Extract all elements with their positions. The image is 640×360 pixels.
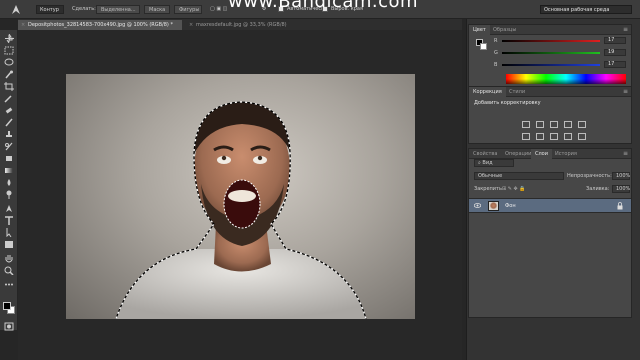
layer-row-background[interactable]: Фон [469, 198, 631, 213]
exposure-icon[interactable] [564, 121, 572, 128]
photo-image[interactable] [66, 74, 415, 319]
make-label: Сделать: [72, 6, 96, 12]
layer-kind-filter[interactable]: ⌕ Вид [474, 159, 514, 167]
make-shape-button[interactable]: Фигуры [174, 5, 202, 14]
layer-name: Фон [505, 203, 516, 209]
close-tab-icon[interactable]: × [189, 20, 193, 30]
history-brush-tool-icon[interactable] [4, 142, 14, 151]
blur-tool-icon[interactable] [4, 178, 14, 187]
red-slider[interactable] [502, 40, 600, 42]
green-slider[interactable] [502, 52, 600, 54]
pen-tool-icon[interactable] [10, 4, 22, 15]
tab-label: Depositphotos_32814583-700x490.jpg @ 100… [28, 22, 173, 28]
lasso-tool-icon[interactable] [4, 58, 14, 67]
healing-brush-tool-icon[interactable] [4, 106, 14, 115]
panel-menu-icon[interactable]: ≡ [623, 150, 628, 157]
levels-icon[interactable] [536, 121, 544, 128]
lock-icons[interactable]: ⊞ ✎ ✥ 🔒 [502, 186, 526, 192]
panel-menu-icon[interactable]: ≡ [623, 88, 628, 95]
foreground-color-swatch[interactable] [3, 302, 11, 310]
move-tool-icon[interactable] [4, 34, 14, 43]
opacity-input[interactable]: 100% [612, 172, 630, 180]
add-adjustment-title: Добавить корректировку [474, 100, 541, 106]
tab-document-1[interactable]: × Depositphotos_32814583-700x490.jpg @ 1… [18, 20, 182, 30]
color-spectrum-bar[interactable] [506, 74, 626, 84]
blue-value-input[interactable]: 17 [604, 61, 626, 68]
blend-mode-dropdown[interactable]: Обычные [474, 172, 564, 180]
red-value-input[interactable]: 17 [604, 37, 626, 44]
tab-document-2[interactable]: × maxresdefault.jpg @ 33,3% (RGB/8) [186, 20, 310, 30]
black-white-icon[interactable] [550, 133, 558, 140]
hand-tool-icon[interactable] [4, 254, 14, 263]
rectangle-tool-icon[interactable] [4, 240, 14, 249]
blue-channel-label: B [494, 62, 498, 68]
opacity-label: Непрозрачность: [567, 173, 612, 179]
vibrance-icon[interactable] [578, 121, 586, 128]
marquee-tool-icon[interactable] [4, 46, 14, 55]
close-tab-icon[interactable]: × [21, 20, 25, 30]
color-panel-background-swatch[interactable] [480, 43, 487, 50]
eyedropper-tool-icon[interactable] [4, 94, 14, 103]
eraser-tool-icon[interactable] [4, 154, 14, 163]
quick-select-tool-icon[interactable] [4, 70, 14, 79]
panel-menu-icon[interactable]: ≡ [623, 26, 628, 33]
lock-icon [617, 202, 623, 210]
workspace-dropdown[interactable]: Основная рабочая среда [540, 5, 632, 14]
color-balance-icon[interactable] [536, 133, 544, 140]
path-ops-icons[interactable]: ▢ ▣ ◫ [210, 6, 227, 12]
quick-mask-icon[interactable] [4, 322, 14, 331]
tab-swatches[interactable]: Образцы [489, 25, 520, 35]
green-value-input[interactable]: 19 [604, 49, 626, 56]
blue-slider[interactable] [502, 64, 600, 66]
pen-tool-icon[interactable] [4, 204, 14, 213]
tools-panel [0, 30, 18, 331]
tab-history[interactable]: История [551, 149, 581, 159]
more-tools-icon[interactable] [4, 280, 14, 289]
fill-label: Заливка: [586, 186, 610, 192]
brush-tool-icon[interactable] [4, 118, 14, 127]
document-tabs: × Depositphotos_32814583-700x490.jpg @ 1… [18, 19, 462, 30]
kind-filter-label: Вид [482, 160, 493, 166]
layer-thumbnail [488, 201, 499, 211]
zoom-tool-icon[interactable] [4, 266, 14, 275]
crop-tool-icon[interactable] [4, 82, 14, 91]
tab-color[interactable]: Цвет [469, 25, 490, 35]
eye-icon[interactable] [473, 203, 482, 208]
clone-stamp-tool-icon[interactable] [4, 130, 14, 139]
pen-mode-dropdown[interactable]: Контур [36, 5, 64, 14]
red-channel-label: R [494, 38, 498, 44]
gradient-tool-icon[interactable] [4, 166, 14, 175]
photo-filter-icon[interactable] [564, 133, 572, 140]
make-selection-button[interactable]: Выделенна... [96, 5, 140, 14]
green-channel-label: G [494, 50, 498, 56]
make-mask-button[interactable]: Маска [144, 5, 170, 14]
brightness-contrast-icon[interactable] [522, 121, 530, 128]
hue-saturation-icon[interactable] [522, 133, 530, 140]
tab-properties[interactable]: Свойства [469, 149, 501, 159]
screaming-man-photo [115, 101, 367, 319]
tab-label: maxresdefault.jpg @ 33,3% (RGB/8) [196, 22, 287, 28]
curves-icon[interactable] [550, 121, 558, 128]
dodge-tool-icon[interactable] [4, 190, 14, 199]
channel-mixer-icon[interactable] [578, 133, 586, 140]
fill-input[interactable]: 100% [612, 185, 630, 193]
tab-adjustments[interactable]: Коррекция [469, 87, 506, 97]
bandicam-watermark: www.Bandicam.com [228, 0, 419, 12]
tab-styles[interactable]: Стили [505, 87, 529, 97]
type-tool-icon[interactable] [4, 216, 14, 225]
lock-label: Закрепить: [474, 186, 504, 192]
path-selection-tool-icon[interactable] [4, 228, 14, 237]
tab-layers[interactable]: Слои [531, 149, 552, 159]
